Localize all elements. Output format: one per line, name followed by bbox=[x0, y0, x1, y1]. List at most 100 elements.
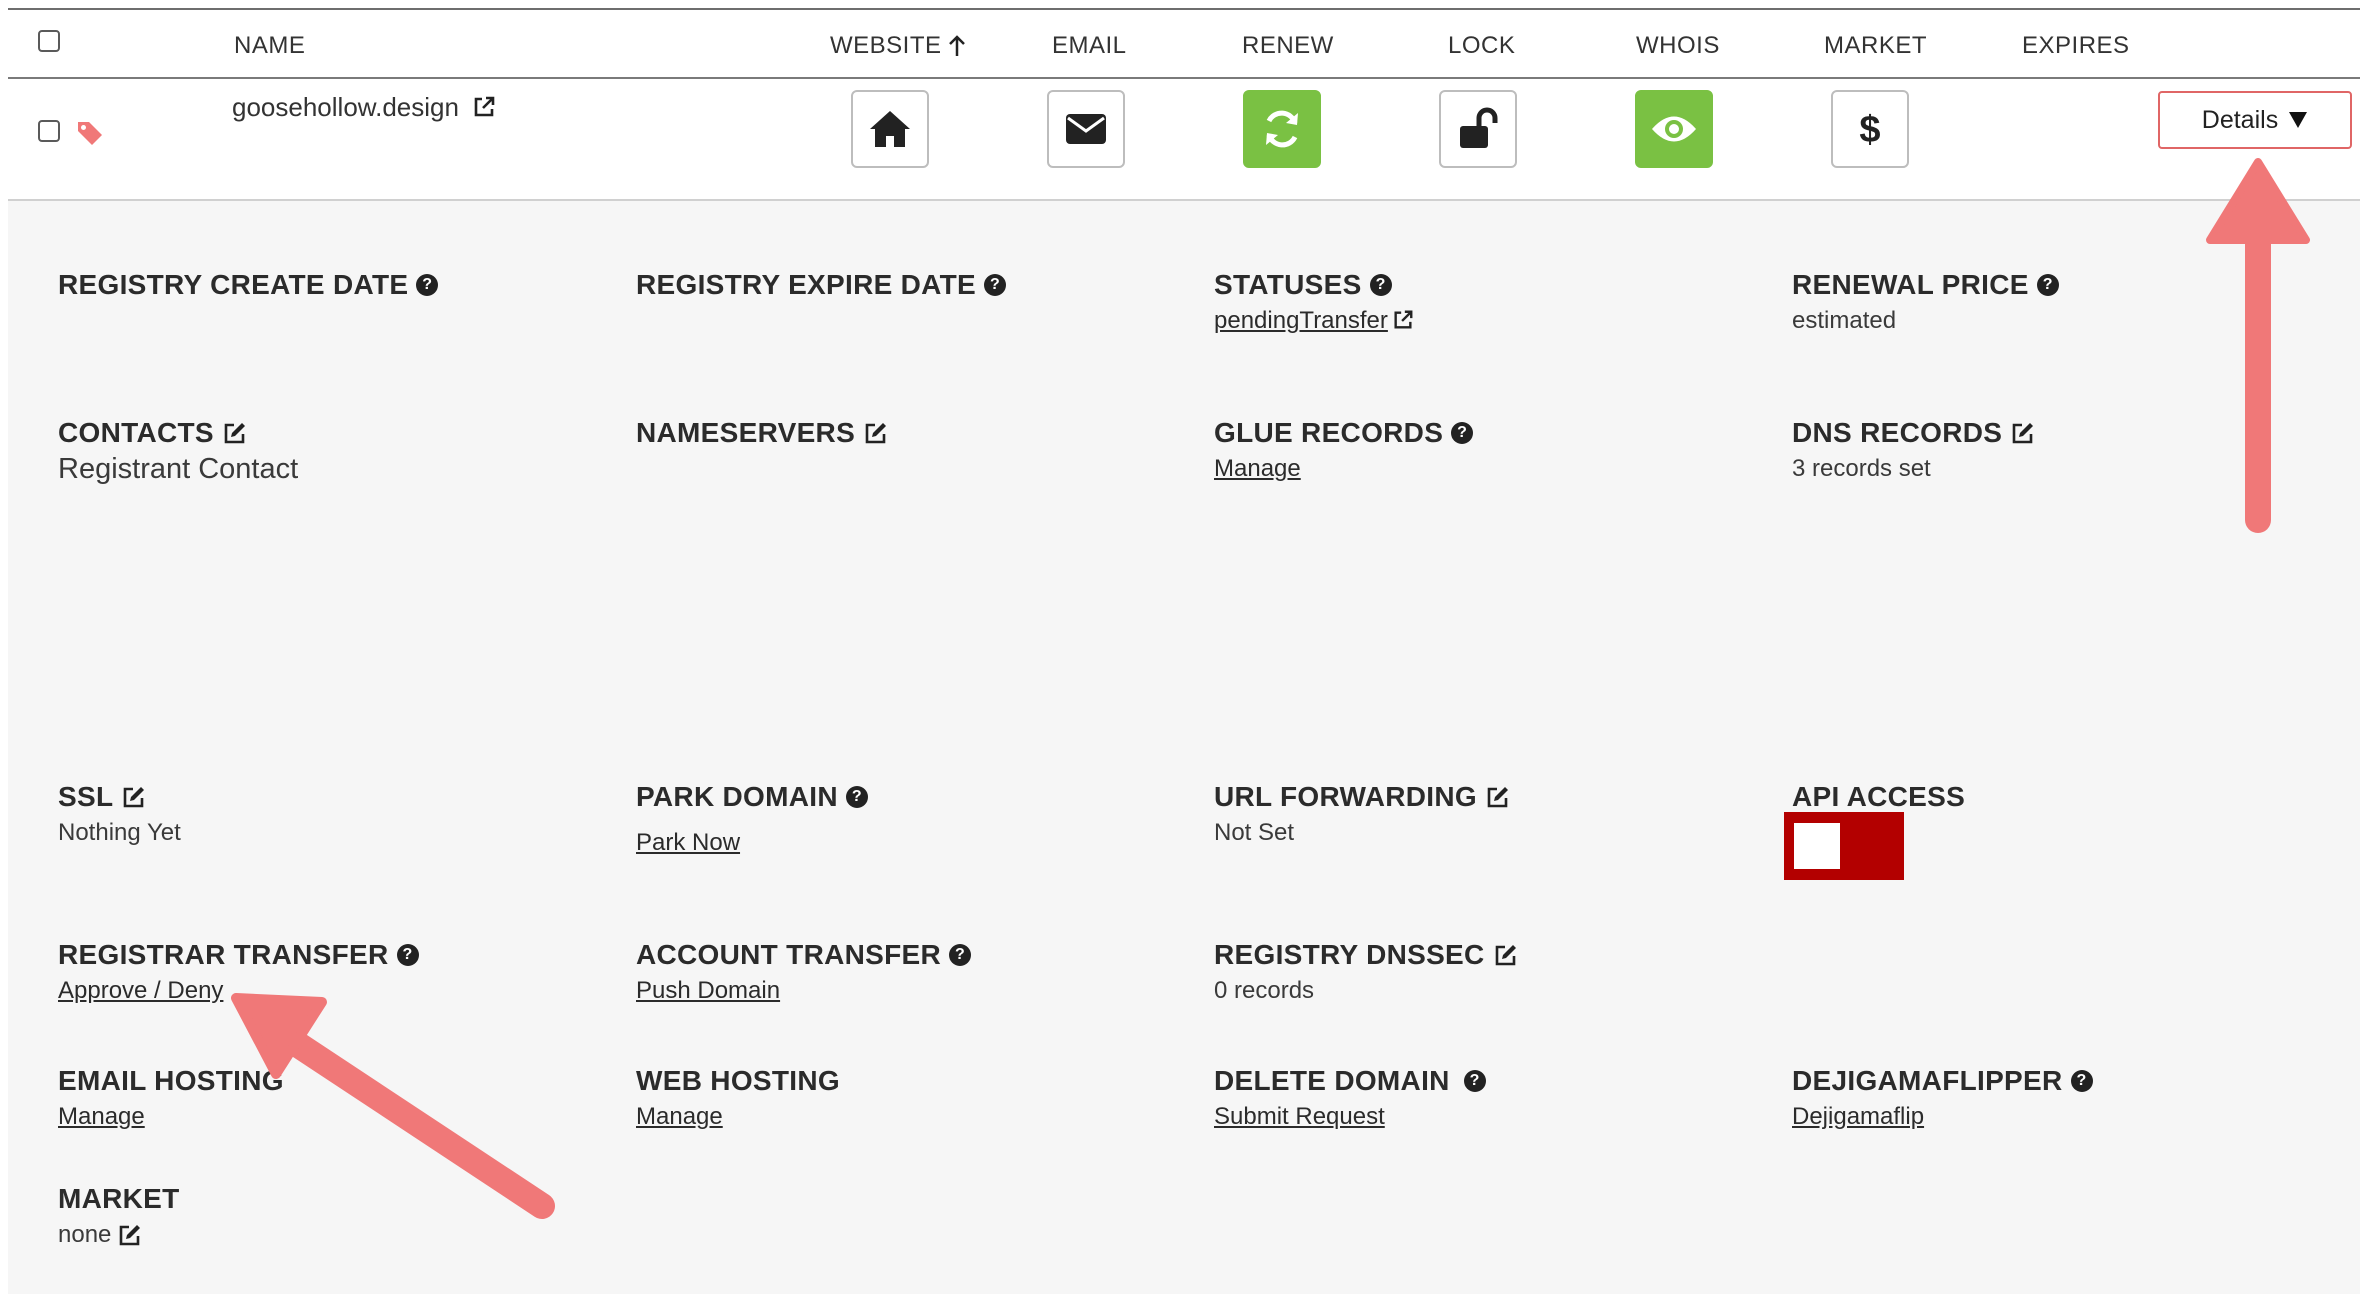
refresh-icon bbox=[1266, 110, 1298, 148]
field-title: REGISTRY EXPIRE DATE bbox=[636, 269, 976, 300]
dejigamaflip-link[interactable]: Dejigamaflip bbox=[1792, 1103, 1924, 1130]
field-title: PARK DOMAIN bbox=[636, 781, 838, 812]
field-title: REGISTRY DNSSEC bbox=[1214, 939, 1485, 970]
field-renewal-price: RENEWAL PRICE? estimated bbox=[1792, 268, 2059, 336]
edit-icon[interactable] bbox=[2010, 420, 2036, 446]
domain-name-link[interactable]: goosehollow.design bbox=[232, 92, 496, 122]
help-icon[interactable]: ? bbox=[396, 944, 419, 966]
market-button[interactable]: $ bbox=[1831, 90, 1909, 168]
help-icon[interactable]: ? bbox=[1451, 422, 1474, 444]
whois-button[interactable] bbox=[1635, 90, 1713, 168]
field-registry-create-date: REGISTRY CREATE DATE? bbox=[58, 268, 439, 302]
field-title: MARKET bbox=[58, 1183, 180, 1214]
edit-icon[interactable] bbox=[863, 420, 889, 446]
column-header-website-label: WEBSITE bbox=[830, 32, 942, 59]
edit-icon[interactable] bbox=[1493, 942, 1519, 968]
contacts-value[interactable]: Registrant Contact bbox=[58, 454, 298, 484]
column-header-website[interactable]: WEBSITE bbox=[830, 32, 966, 60]
arrow-up-icon bbox=[948, 35, 965, 56]
field-title: API ACCESS bbox=[1792, 781, 1966, 812]
email-button[interactable] bbox=[1047, 90, 1125, 168]
toggle-knob bbox=[1794, 823, 1840, 869]
field-title: EMAIL HOSTING bbox=[58, 1065, 284, 1096]
renewal-price-value: estimated bbox=[1792, 307, 1897, 334]
svg-text:$: $ bbox=[1859, 109, 1880, 150]
field-title: GLUE RECORDS bbox=[1214, 417, 1444, 448]
edit-icon[interactable] bbox=[121, 784, 147, 810]
external-link-icon bbox=[1394, 310, 1413, 329]
help-icon[interactable]: ? bbox=[416, 274, 439, 296]
field-title: RENEWAL PRICE bbox=[1792, 269, 2029, 300]
domain-name: goosehollow.design bbox=[232, 92, 459, 122]
tag-icon[interactable] bbox=[76, 120, 104, 146]
column-header-name[interactable]: NAME bbox=[234, 32, 305, 60]
push-domain-link[interactable]: Push Domain bbox=[636, 977, 780, 1004]
envelope-icon bbox=[1066, 114, 1106, 144]
edit-icon[interactable] bbox=[117, 1222, 143, 1248]
field-title: NAMESERVERS bbox=[636, 417, 856, 448]
field-web-hosting: WEB HOSTING Manage bbox=[636, 1064, 840, 1132]
website-button[interactable] bbox=[851, 90, 929, 168]
field-title: URL FORWARDING bbox=[1214, 781, 1477, 812]
field-delete-domain: DELETE DOMAIN? Submit Request bbox=[1214, 1064, 1486, 1132]
field-title: REGISTRAR TRANSFER bbox=[58, 939, 389, 970]
field-glue-records: GLUE RECORDS? Manage bbox=[1214, 416, 1474, 484]
help-icon[interactable]: ? bbox=[2070, 1070, 2093, 1092]
details-button-label: Details bbox=[2201, 105, 2279, 134]
header-divider bbox=[8, 77, 2360, 79]
field-api-access: API ACCESS bbox=[1792, 780, 1965, 814]
field-registry-dnssec: REGISTRY DNSSEC 0 records bbox=[1214, 938, 1519, 1006]
park-now-link[interactable]: Park Now bbox=[636, 829, 740, 856]
url-forwarding-value: Not Set bbox=[1214, 819, 1295, 846]
field-title: CONTACTS bbox=[58, 417, 214, 448]
field-url-forwarding: URL FORWARDING Not Set bbox=[1214, 780, 1511, 848]
edit-icon[interactable] bbox=[222, 420, 248, 446]
field-park-domain: PARK DOMAIN? Park Now bbox=[636, 780, 868, 858]
field-title: SSL bbox=[58, 781, 114, 812]
field-statuses: STATUSES? pendingTransfer bbox=[1214, 268, 1414, 336]
column-header-email[interactable]: EMAIL bbox=[1052, 32, 1127, 60]
approve-deny-link[interactable]: Approve / Deny bbox=[58, 977, 223, 1004]
field-email-hosting: EMAIL HOSTING Manage bbox=[58, 1064, 284, 1132]
field-title: WEB HOSTING bbox=[636, 1065, 840, 1096]
web-hosting-manage-link[interactable]: Manage bbox=[636, 1103, 723, 1130]
glue-records-manage-link[interactable]: Manage bbox=[1214, 455, 1301, 482]
details-button[interactable]: Details bbox=[2158, 91, 2352, 149]
column-header-whois[interactable]: WHOIS bbox=[1636, 32, 1720, 60]
column-header-lock[interactable]: LOCK bbox=[1448, 32, 1515, 60]
table-top-border bbox=[8, 8, 2360, 10]
status-pending-transfer-link[interactable]: pendingTransfer bbox=[1214, 307, 1388, 334]
field-dns-records: DNS RECORDS 3 records set bbox=[1792, 416, 2036, 484]
row-select-checkbox[interactable] bbox=[38, 120, 60, 142]
renew-button[interactable] bbox=[1243, 90, 1321, 168]
email-hosting-manage-link[interactable]: Manage bbox=[58, 1103, 145, 1130]
home-icon bbox=[870, 111, 910, 147]
submit-request-link[interactable]: Submit Request bbox=[1214, 1103, 1385, 1130]
dns-records-value: 3 records set bbox=[1792, 455, 1931, 482]
dollar-icon: $ bbox=[1859, 109, 1880, 150]
caret-down-icon bbox=[2289, 112, 2308, 128]
column-header-expires[interactable]: EXPIRES bbox=[2022, 32, 2130, 60]
help-icon[interactable]: ? bbox=[845, 786, 868, 808]
ssl-value: Nothing Yet bbox=[58, 819, 181, 846]
lock-button[interactable] bbox=[1439, 90, 1517, 168]
registry-dnssec-value: 0 records bbox=[1214, 977, 1315, 1004]
help-icon[interactable]: ? bbox=[1463, 1070, 1486, 1092]
edit-icon[interactable] bbox=[1485, 784, 1511, 810]
column-header-renew[interactable]: RENEW bbox=[1242, 32, 1334, 60]
field-title: ACCOUNT TRANSFER bbox=[636, 939, 942, 970]
help-icon[interactable]: ? bbox=[984, 274, 1006, 296]
help-icon[interactable]: ? bbox=[949, 944, 972, 966]
help-icon[interactable]: ? bbox=[2036, 274, 2059, 296]
external-link-icon bbox=[474, 96, 495, 117]
api-access-toggle[interactable] bbox=[1784, 812, 1904, 880]
field-dejigamaflipper: DEJIGAMAFLIPPER? Dejigamaflip bbox=[1792, 1064, 2093, 1132]
field-nameservers: NAMESERVERS bbox=[636, 416, 889, 450]
field-account-transfer: ACCOUNT TRANSFER? Push Domain bbox=[636, 938, 972, 1006]
unlock-icon bbox=[1460, 107, 1498, 148]
select-all-checkbox[interactable] bbox=[38, 30, 60, 52]
market-value: none bbox=[58, 1221, 112, 1248]
eye-icon bbox=[1652, 116, 1696, 142]
help-icon[interactable]: ? bbox=[1369, 274, 1392, 296]
column-header-market[interactable]: MARKET bbox=[1824, 32, 1927, 60]
